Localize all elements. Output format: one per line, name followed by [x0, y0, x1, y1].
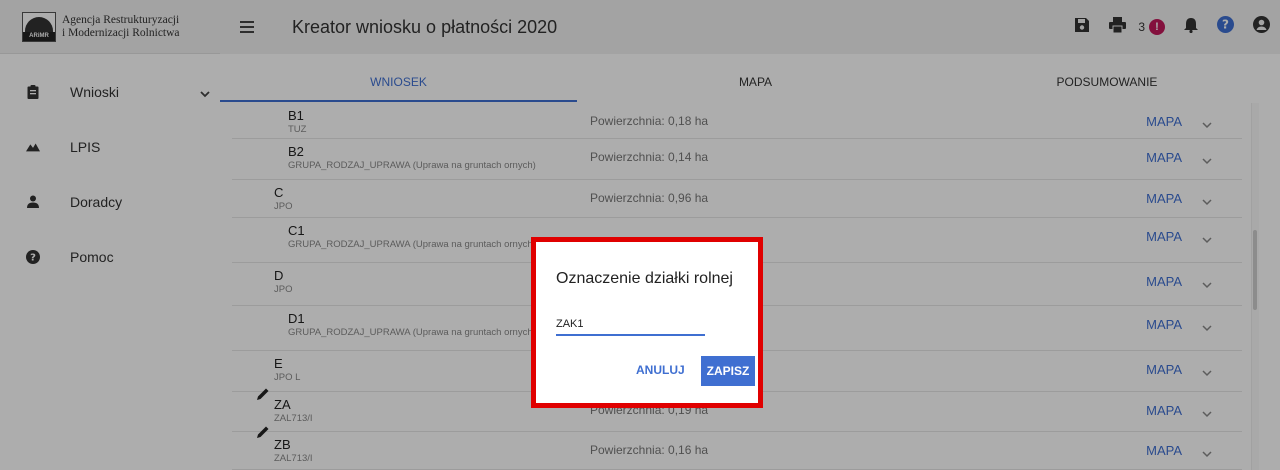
edit-parcel-dialog: Oznaczenie działki rolnej ANULUJ ZAPISZ [536, 242, 758, 403]
cancel-button[interactable]: ANULUJ [636, 363, 685, 377]
save-button[interactable]: ZAPISZ [701, 356, 755, 386]
parcel-label-input[interactable] [556, 314, 705, 336]
dialog-highlight-frame: Oznaczenie działki rolnej ANULUJ ZAPISZ [531, 237, 763, 408]
dialog-title: Oznaczenie działki rolnej [556, 270, 733, 287]
